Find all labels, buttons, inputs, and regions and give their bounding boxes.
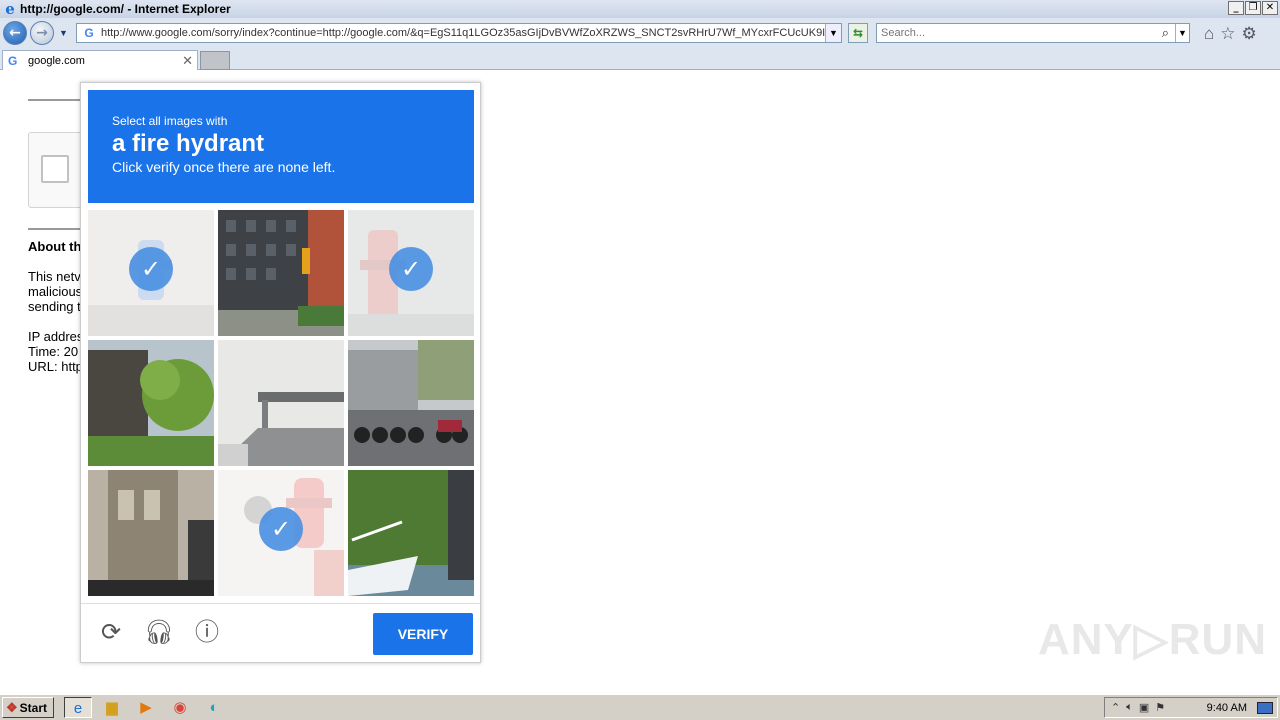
close-window-button[interactable]: ✕ (1262, 1, 1278, 15)
body-text-line: sending t (28, 299, 81, 314)
back-button[interactable]: ← (3, 21, 27, 45)
taskbar-edge-icon[interactable]: ◐ (200, 697, 228, 718)
tab-strip: G google.com ✕ (0, 48, 1280, 70)
home-icon[interactable]: ⌂ (1204, 24, 1214, 44)
start-button[interactable]: ❖ Start (2, 697, 54, 718)
body-text-line: malicious (28, 284, 83, 299)
window-title: http://google.com/ - Internet Explorer (20, 2, 231, 16)
window-controls: _ ❐ ✕ (1228, 1, 1278, 15)
captcha-tile-hydrant-sidewalk[interactable]: ✓ (218, 470, 344, 596)
captcha-instruction: Select all images with (112, 114, 228, 128)
captcha-target: a fire hydrant (112, 130, 265, 157)
captcha-header: Select all images with a fire hydrant Cl… (88, 90, 474, 203)
recaptcha-widget (28, 132, 88, 208)
time-text: Time: 20 (28, 344, 79, 359)
info-icon[interactable]: ⓘ (191, 616, 223, 648)
captcha-tile-hydrant-red[interactable]: ✓ (348, 210, 474, 336)
address-dropdown-icon[interactable]: ▼ (825, 24, 841, 42)
about-heading: About th (28, 239, 82, 254)
restore-button[interactable]: ❐ (1245, 1, 1261, 15)
tab-google[interactable]: G google.com ✕ (2, 50, 198, 70)
checkmark-icon: ✓ (389, 247, 433, 291)
address-bar[interactable]: G http://www.google.com/sorry/index?cont… (76, 23, 842, 43)
compat-refresh-button[interactable]: ⇆ (848, 23, 868, 43)
search-dropdown-icon[interactable]: ▼ (1175, 24, 1189, 42)
captcha-tile-old-building[interactable] (88, 470, 214, 596)
volume-icon[interactable]: 🔈︎ (1126, 701, 1133, 714)
clock[interactable]: 9:40 AM (1207, 702, 1247, 714)
search-icon[interactable]: ⌕ (1162, 25, 1169, 41)
history-dropdown-icon[interactable]: ▼ (59, 28, 68, 38)
taskbar: ❖ Start e ▆ ▶ ◉ ◐ ⌃ 🔈︎ ▣ ⚑ 9:40 AM (0, 694, 1280, 720)
ip-address-text: IP addres (28, 329, 84, 344)
captcha-tile-boat-hedge[interactable] (348, 470, 474, 596)
search-input[interactable] (881, 27, 1151, 39)
close-tab-icon[interactable]: ✕ (182, 53, 193, 69)
taskbar-chrome-icon[interactable]: ◉ (166, 697, 194, 718)
system-tray: ⌃ 🔈︎ ▣ ⚑ 9:40 AM (1104, 697, 1278, 718)
checkmark-icon: ✓ (129, 247, 173, 291)
house-image (88, 340, 214, 466)
windows-flag-icon: ❖ (6, 699, 18, 715)
taskbar-ie-icon[interactable]: e (64, 697, 92, 718)
captcha-tile-road[interactable] (218, 340, 344, 466)
address-url[interactable]: http://www.google.com/sorry/index?contin… (101, 27, 837, 39)
reload-icon[interactable]: ⟳ (95, 616, 127, 648)
checkmark-icon: ✓ (259, 507, 303, 551)
verify-button[interactable]: VERIFY (373, 613, 473, 655)
search-box[interactable]: ⌕ ▼ (876, 23, 1190, 43)
action-center-flag-icon[interactable]: ⚑ (1155, 701, 1165, 714)
navigation-bar: ← → ▼ G http://www.google.com/sorry/inde… (0, 18, 1280, 48)
ie-logo-icon: e (5, 0, 15, 18)
url-text: URL: http (28, 359, 83, 374)
street-image (218, 210, 344, 336)
captcha-challenge-dialog: Select all images with a fire hydrant Cl… (80, 82, 481, 663)
captcha-tile-buildings[interactable] (218, 210, 344, 336)
forward-button[interactable]: → (30, 21, 54, 45)
captcha-subtext: Click verify once there are none left. (112, 159, 336, 175)
network-icon[interactable]: ▣ (1139, 701, 1149, 714)
captcha-footer: ⟳ 🎧︎ ⓘ VERIFY (81, 603, 480, 662)
body-text-line: This netv (28, 269, 81, 284)
toolbar-icons: ⌂ ☆ ⚙ (1204, 24, 1257, 44)
show-desktop-icon[interactable] (1257, 701, 1273, 714)
taskbar-explorer-icon[interactable]: ▆ (98, 697, 126, 718)
captcha-tile-hydrant-blue[interactable]: ✓ (88, 210, 214, 336)
google-favicon-icon: G (84, 26, 94, 40)
window-titlebar: e http://google.com/ - Internet Explorer… (0, 0, 1280, 18)
new-tab-button[interactable] (200, 51, 230, 70)
divider (28, 99, 80, 101)
minimize-button[interactable]: _ (1228, 1, 1244, 15)
anyrun-watermark: ANY▷RUN (1038, 615, 1268, 664)
captcha-tile-scooters[interactable] (348, 340, 474, 466)
recaptcha-checkbox[interactable] (41, 155, 69, 183)
tab-title: google.com (28, 54, 85, 67)
google-favicon-icon: G (8, 53, 18, 68)
captcha-image-grid: ✓ ✓ ✓ (88, 210, 474, 596)
gear-icon[interactable]: ⚙ (1242, 24, 1257, 44)
favorites-star-icon[interactable]: ☆ (1220, 24, 1235, 44)
taskbar-media-player-icon[interactable]: ▶ (132, 697, 160, 718)
tray-expand-icon[interactable]: ⌃ (1111, 701, 1120, 714)
captcha-tile-house-tree[interactable] (88, 340, 214, 466)
divider (28, 228, 80, 230)
building-image (88, 470, 214, 596)
headphones-audio-icon[interactable]: 🎧︎ (143, 616, 175, 648)
road-image (218, 340, 344, 466)
scooters-image (348, 340, 474, 466)
boat-image (348, 470, 474, 596)
start-label: Start (19, 700, 47, 715)
